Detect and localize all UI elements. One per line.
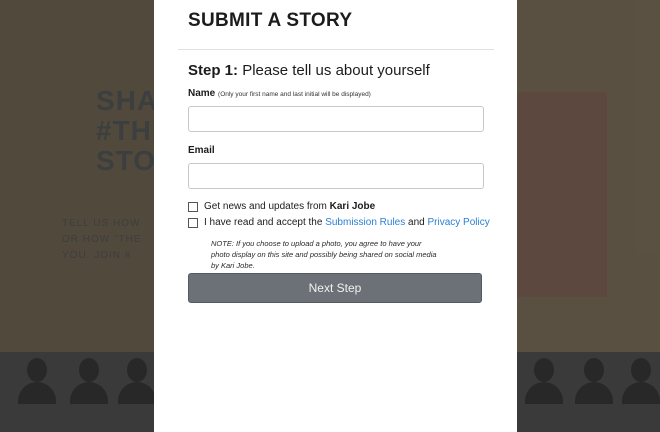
submission-rules-link[interactable]: Submission Rules (325, 217, 405, 228)
modal-title: SUBMIT A STORY (188, 10, 353, 31)
news-checkbox[interactable] (188, 201, 198, 212)
email-label: Email (188, 145, 215, 156)
photo-note: NOTE: If you choose to upload a photo, y… (211, 239, 437, 270)
next-step-button[interactable]: Next Step (188, 273, 482, 303)
rules-checkbox[interactable] (188, 217, 198, 228)
title-divider (178, 49, 494, 50)
name-input[interactable] (188, 106, 484, 132)
name-hint: (Only your first name and last initial w… (218, 91, 371, 98)
news-checkbox-row[interactable]: Get news and updates from Kari Jobe (188, 201, 375, 212)
submit-story-modal: SUBMIT A STORY Step 1: Please tell us ab… (154, 0, 517, 432)
rules-checkbox-row[interactable]: I have read and accept the Submission Ru… (188, 217, 490, 228)
rules-and-text: and (408, 217, 425, 228)
email-input[interactable] (188, 163, 484, 189)
step-number: Step 1: (188, 62, 239, 79)
step-heading: Step 1: Please tell us about yourself (188, 62, 430, 79)
news-brand: Kari Jobe (329, 201, 376, 212)
name-label: Name (Only your first name and last init… (188, 88, 371, 99)
step-description: Please tell us about yourself (242, 62, 430, 79)
news-checkbox-text: Get news and updates from (204, 201, 327, 212)
privacy-policy-link[interactable]: Privacy Policy (428, 217, 490, 228)
name-label-text: Name (188, 88, 216, 99)
rules-text: I have read and accept the (204, 217, 323, 228)
